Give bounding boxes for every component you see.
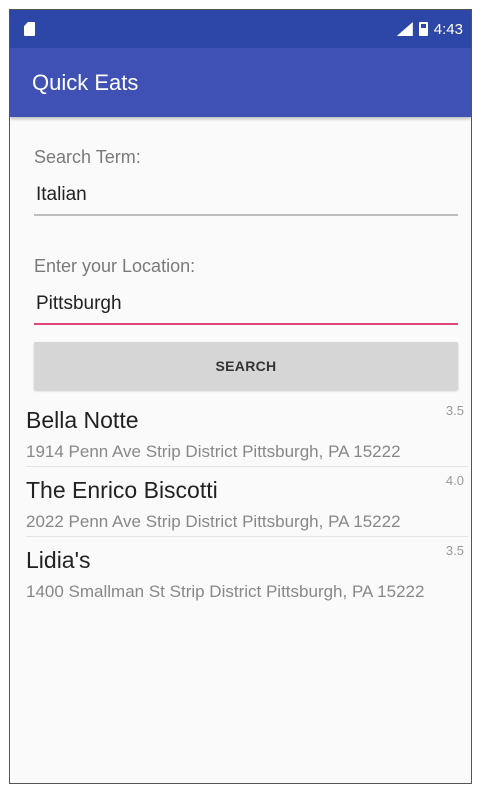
result-rating: 3.5 xyxy=(445,543,464,558)
signal-icon xyxy=(396,22,413,36)
app-bar: Quick Eats xyxy=(10,48,471,117)
result-address: 1914 Penn Ave Strip District Pittsburgh,… xyxy=(26,442,401,461)
result-name: Lidia's xyxy=(26,547,91,573)
list-item[interactable]: Bella Notte 3.5 1914 Penn Ave Strip Dist… xyxy=(26,397,468,467)
status-time: 4:43 xyxy=(433,20,463,38)
battery-icon xyxy=(418,22,428,36)
search-form: Search Term: Enter your Location: SEARCH… xyxy=(10,147,471,606)
status-bar: 4:43 xyxy=(10,10,471,48)
app-title: Quick Eats xyxy=(32,69,139,95)
list-item[interactable]: The Enrico Biscotti 4.0 2022 Penn Ave St… xyxy=(26,467,468,537)
result-name: The Enrico Biscotti xyxy=(26,477,218,503)
result-rating: 3.5 xyxy=(445,403,464,418)
location-label: Enter your Location: xyxy=(34,256,196,276)
phone-screen: 4:43 Quick Eats Search Term: Enter your … xyxy=(9,9,472,784)
search-term-label: Search Term: xyxy=(34,147,141,167)
search-term-input[interactable] xyxy=(34,174,458,216)
results-list: Bella Notte 3.5 1914 Penn Ave Strip Dist… xyxy=(26,397,468,606)
result-name: Bella Notte xyxy=(26,407,139,433)
result-address: 2022 Penn Ave Strip District Pittsburgh,… xyxy=(26,512,401,531)
result-address: 1400 Smallman St Strip District Pittsbur… xyxy=(26,582,425,601)
search-button[interactable]: SEARCH xyxy=(34,342,458,390)
location-input[interactable] xyxy=(34,283,458,325)
result-rating: 4.0 xyxy=(445,473,464,488)
sd-card-icon xyxy=(24,22,35,36)
status-icons: 4:43 xyxy=(396,20,463,38)
list-item[interactable]: Lidia's 3.5 1400 Smallman St Strip Distr… xyxy=(26,537,468,606)
